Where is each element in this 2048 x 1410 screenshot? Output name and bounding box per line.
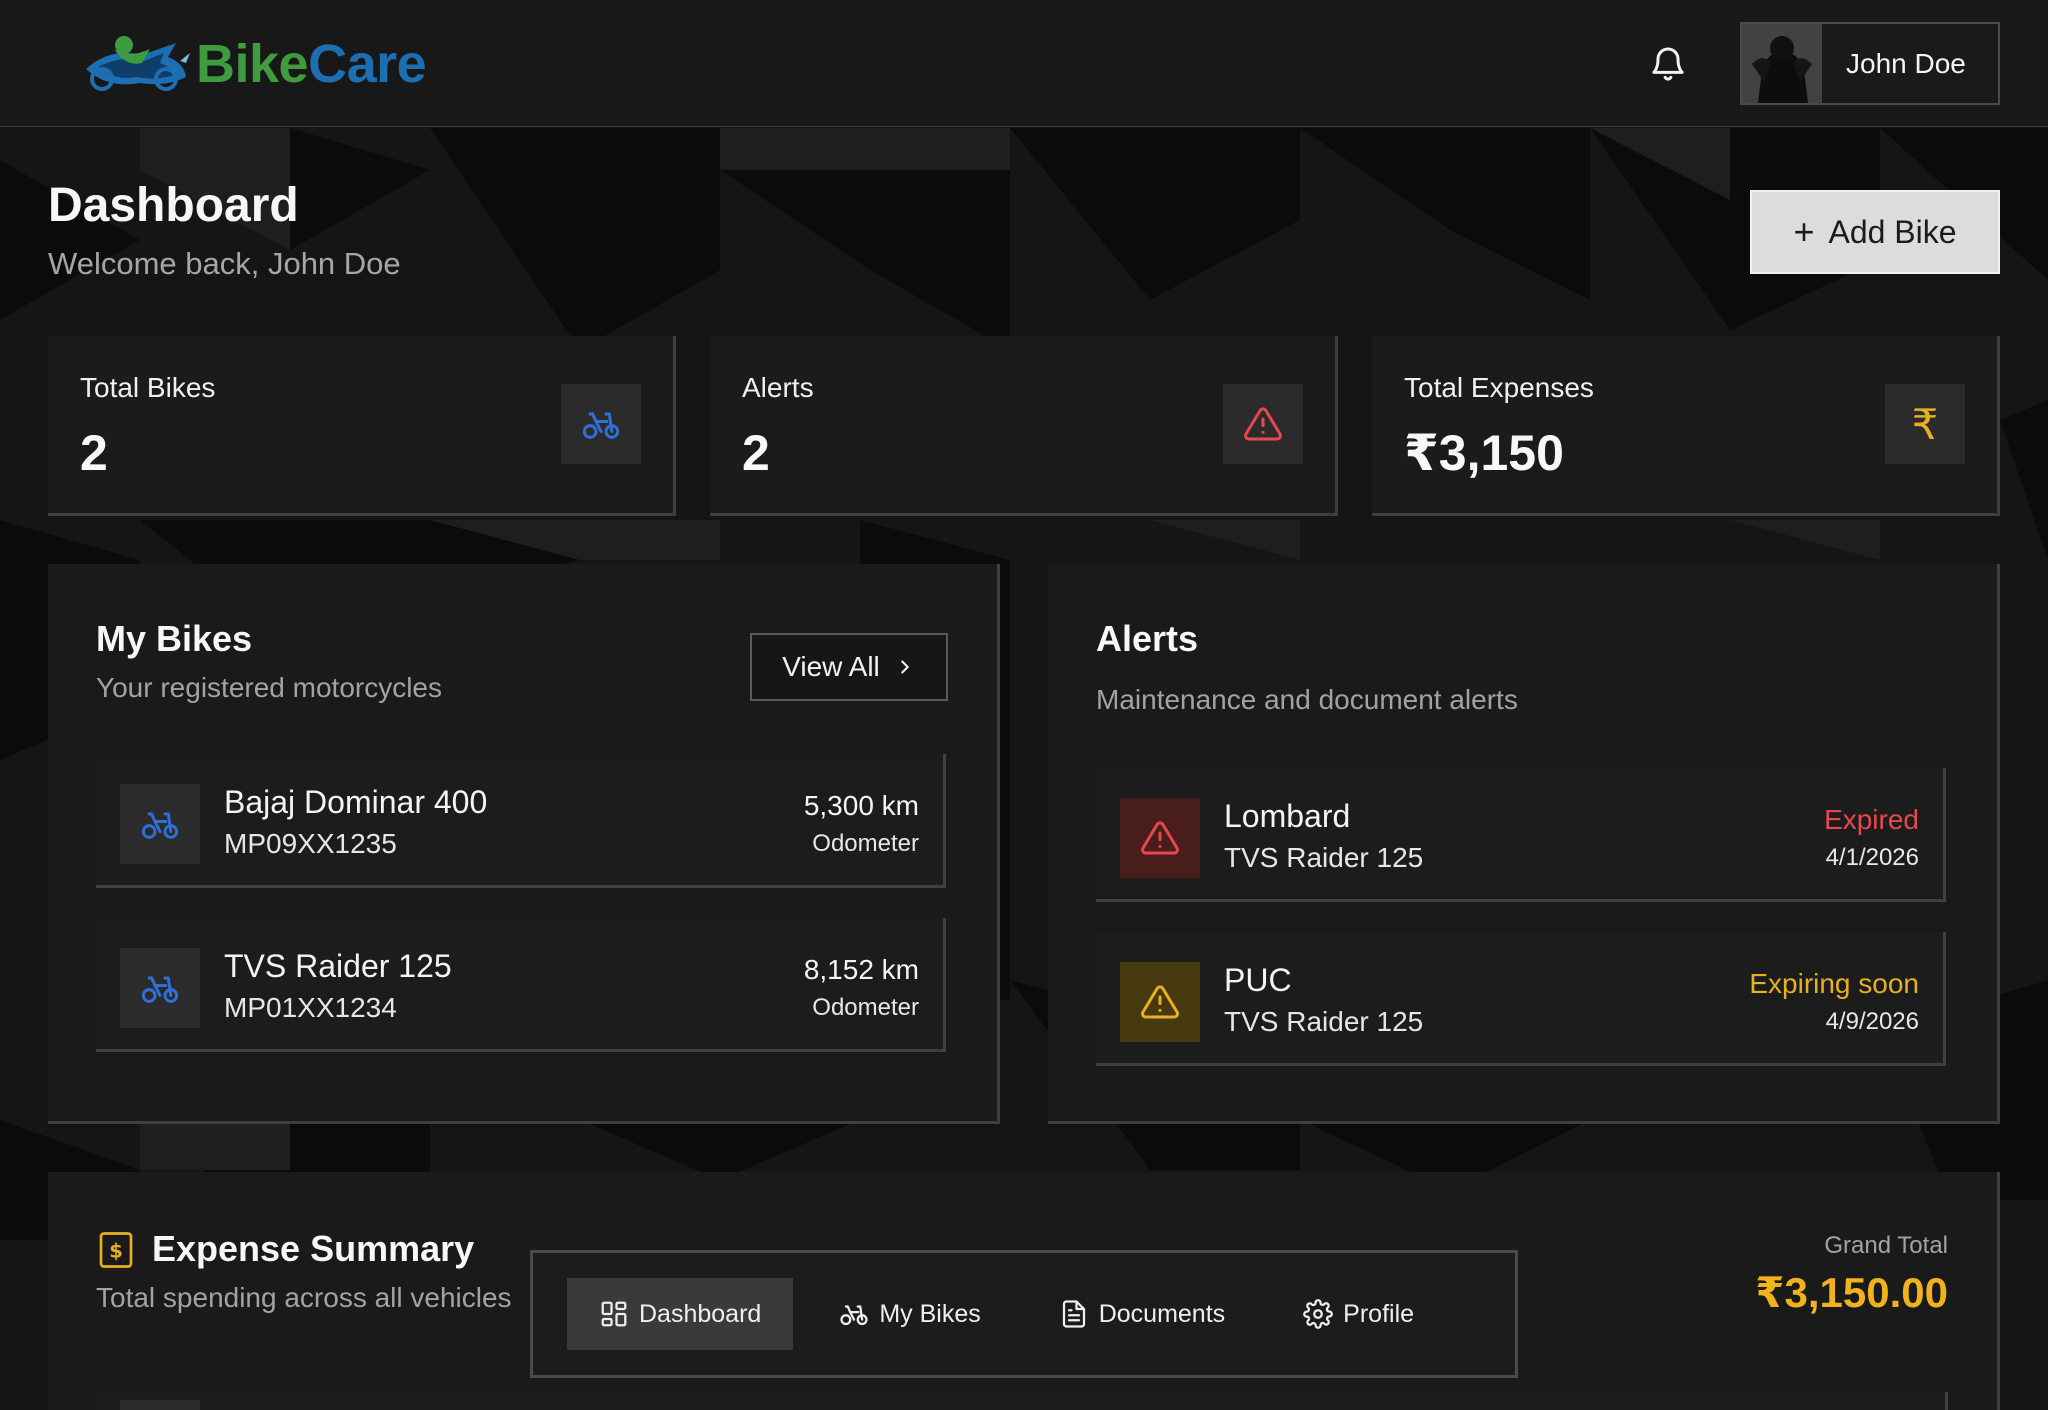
receipt-dollar-icon: $ [99,1232,133,1268]
view-all-button[interactable]: View All [750,633,948,701]
nav-item-my-bikes[interactable]: My Bikes [807,1278,1012,1350]
bike-icon [120,948,200,1028]
brand-logo-icon [86,36,190,91]
stat-value: 2 [80,425,108,481]
stat-value: ₹3,150 [1404,425,1564,481]
page-subtitle: Welcome back, John Doe [48,246,401,281]
alert-bike: TVS Raider 125 [1224,1006,1424,1037]
nav-item-documents[interactable]: Documents [1027,1278,1257,1350]
alerts-title: Alerts [1096,618,1199,659]
stat-value: 2 [742,425,770,481]
stat-card-total-bikes: Total Bikes 2 [48,336,676,516]
bike-list-item[interactable]: Bajaj Dominar 400 MP09XX1235 5,300 km Od… [96,754,946,888]
gear-icon [1303,1299,1334,1329]
bike-icon [561,384,641,464]
stat-label: Alerts [742,372,814,403]
my-bikes-subtitle: Your registered motorcycles [96,672,443,703]
stat-label: Total Expenses [1404,372,1594,403]
expense-summary-subtitle: Total spending across all vehicles [96,1282,512,1313]
bike-odometer: 5,300 km Odometer [803,790,919,857]
brand-name: BikeCare [196,34,427,94]
alert-type: PUC [1224,962,1292,998]
alert-type: Lombard [1224,798,1351,834]
bell-icon[interactable] [1648,44,1688,84]
user-name: John Doe [1846,47,1966,79]
brand-logo-link[interactable]: BikeCare [80,32,427,96]
expense-list-item [96,1392,1948,1410]
rupee-icon: ₹ [1885,384,1965,464]
alert-status: Expiring soon 4/9/2026 [1749,932,1919,1036]
stat-card-total-expenses: Total Expenses ₹3,150 ₹ [1372,336,2000,516]
user-menu-button[interactable]: John Doe [1740,22,2000,105]
stat-card-alerts: Alerts 2 [710,336,1338,516]
avatar [1742,24,1822,103]
document-icon [1062,1300,1085,1328]
plus-icon: + [1793,211,1815,252]
page-title: Dashboard [48,179,299,232]
bike-name: Bajaj Dominar 400 [224,784,488,820]
bike-name: TVS Raider 125 [224,948,452,984]
alert-date: 4/9/2026 [1825,1008,1919,1035]
alert-status: Expired 4/1/2026 [1824,768,1919,872]
alert-list-item[interactable]: Lombard TVS Raider 125 Expired 4/1/2026 [1096,768,1946,902]
warning-triangle-icon [1120,962,1200,1042]
status-badge: Expiring soon [1749,968,1919,999]
bike-icon [840,1305,868,1326]
dashboard-grid-icon [601,1301,627,1327]
expense-summary-title: Expense Summary [152,1228,475,1269]
grand-total-label: Grand Total [1824,1232,1948,1259]
bike-icon [120,784,200,864]
alert-bike: TVS Raider 125 [1224,842,1424,873]
warning-triangle-icon [1223,384,1303,464]
svg-text:$: $ [109,1240,123,1263]
main-content: Dashboard Welcome back, John Doe + Add B… [0,128,2048,1410]
nav-item-profile[interactable]: Profile [1271,1278,1446,1350]
chevron-right-icon [901,660,909,674]
stat-label: Total Bikes [80,372,216,403]
warning-triangle-icon [1120,798,1200,878]
bike-odometer: 8,152 km Odometer [803,954,919,1021]
status-badge: Expired [1824,804,1919,835]
bike-list-item[interactable]: TVS Raider 125 MP01XX1234 8,152 km Odome… [96,918,946,1052]
bike-registration: MP09XX1235 [224,828,397,859]
bottom-nav: Dashboard My Bikes Documents Profile [530,1250,1518,1378]
top-bar: BikeCare John Doe [0,0,2048,127]
alert-date: 4/1/2026 [1825,844,1919,871]
bike-registration: MP01XX1234 [224,992,397,1023]
alert-list-item[interactable]: PUC TVS Raider 125 Expiring soon 4/9/202… [1096,932,1946,1066]
grand-total-value: ₹3,150.00 [1755,1269,1948,1316]
my-bikes-title: My Bikes [96,618,253,659]
alerts-subtitle: Maintenance and document alerts [1096,684,1518,715]
bike-icon [120,1400,200,1410]
add-bike-button[interactable]: + Add Bike [1750,190,2000,274]
nav-item-dashboard[interactable]: Dashboard [567,1278,794,1350]
